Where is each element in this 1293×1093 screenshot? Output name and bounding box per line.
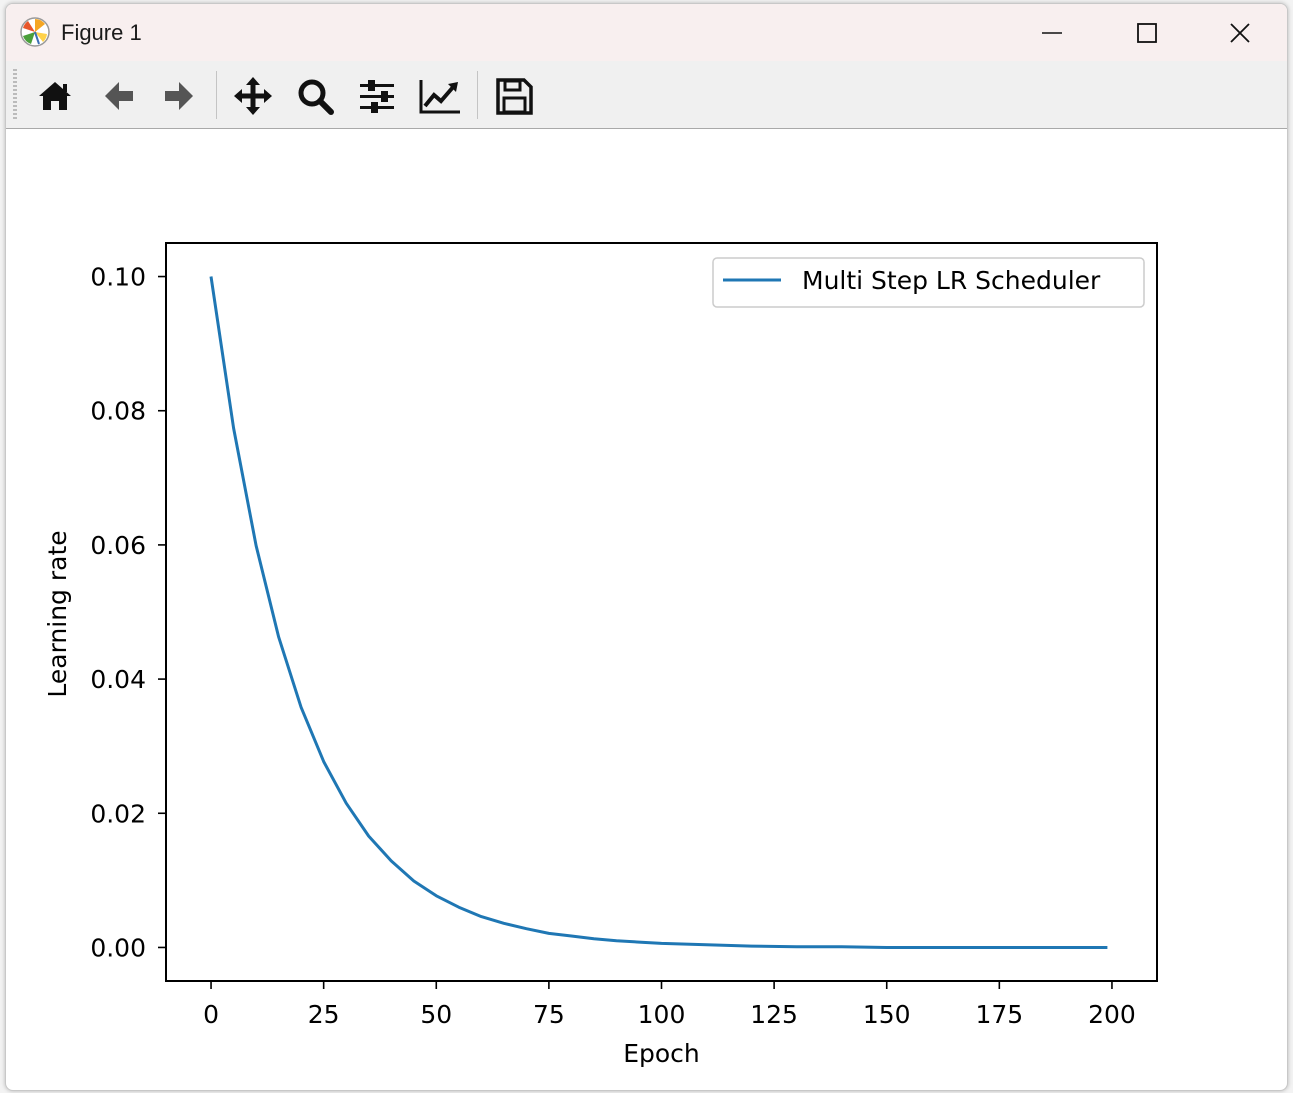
series-line xyxy=(209,276,1108,949)
x-tick-label: 150 xyxy=(863,1000,911,1029)
legend-label: Multi Step LR Scheduler xyxy=(802,266,1101,295)
x-tick-label: 175 xyxy=(975,1000,1023,1029)
axes-frame xyxy=(165,242,1158,982)
x-tick-label: 100 xyxy=(638,1000,686,1029)
x-tick-label: 200 xyxy=(1088,1000,1136,1029)
y-tick-label: 0.08 xyxy=(90,397,146,426)
x-tick-label: 25 xyxy=(308,1000,340,1029)
y-tick-label: 0.02 xyxy=(90,799,146,828)
x-tick-label: 125 xyxy=(750,1000,798,1029)
x-tick-label: 0 xyxy=(203,1000,219,1029)
y-tick-label: 0.10 xyxy=(90,263,146,292)
y-axis-label: Learning rate xyxy=(43,530,72,697)
x-tick-label: 50 xyxy=(420,1000,452,1029)
y-tick-label: 0.04 xyxy=(90,665,146,694)
y-tick-label: 0.06 xyxy=(90,531,146,560)
y-tick-label: 0.00 xyxy=(90,933,146,962)
x-axis-label: Epoch xyxy=(623,1039,700,1068)
chart-canvas[interactable]: 0 25 50 75 100 125 150 175 200 0.00 0.02 0.04 0.06 0.… xyxy=(0,0,1293,1093)
x-tick-label: 75 xyxy=(533,1000,565,1029)
